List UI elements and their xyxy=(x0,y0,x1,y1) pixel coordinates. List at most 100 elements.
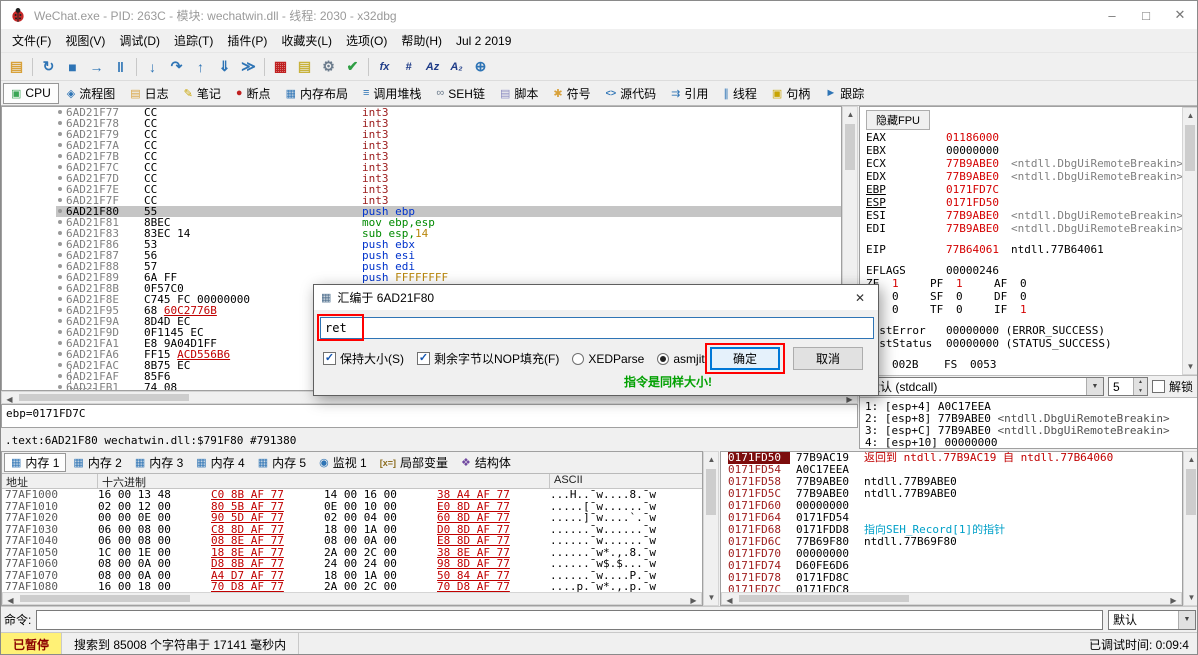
register-row[interactable]: EBP0171FD7C xyxy=(866,183,1180,196)
register-row[interactable] xyxy=(866,235,1180,243)
breakpoint-dot[interactable] xyxy=(2,195,66,206)
register-row[interactable] xyxy=(866,256,1180,264)
tab-监视 1[interactable]: ◉监视 1 xyxy=(313,453,373,472)
tab-脚本[interactable]: ▤脚本 xyxy=(493,83,545,104)
stack-row[interactable]: 0171FD74D60FE6D6 xyxy=(721,560,1182,572)
command-input[interactable] xyxy=(36,610,1103,630)
scroll-up-arrow[interactable]: ▲ xyxy=(843,107,858,122)
breakpoint-dot[interactable] xyxy=(2,294,66,305)
check-icon[interactable]: ✔ xyxy=(341,56,364,78)
breakpoint-dot[interactable] xyxy=(2,305,66,316)
breakpoint-dot[interactable] xyxy=(2,327,66,338)
register-row[interactable]: LastError00000000 (ERROR_SUCCESS) xyxy=(866,324,1180,337)
tab-笔记[interactable]: ✎笔记 xyxy=(177,83,228,104)
breakpoint-dot[interactable] xyxy=(2,316,66,327)
scroll-down-arrow[interactable]: ▼ xyxy=(1183,359,1198,374)
stack-hscrollbar[interactable]: ◀▶ xyxy=(721,592,1182,605)
scroll-down-arrow[interactable]: ▼ xyxy=(1184,590,1198,605)
menu-item[interactable]: 追踪(T) xyxy=(167,30,220,51)
disasm-row[interactable]: 6AD21F7DCCint3 xyxy=(2,173,841,184)
dump-rows[interactable]: 77AF100016 00 13 48C0 8B AF 7714 00 16 0… xyxy=(2,489,702,592)
scroll-down-arrow[interactable]: ▼ xyxy=(704,590,719,605)
scroll-track[interactable] xyxy=(704,467,718,590)
disasm-row[interactable]: 6AD21F8653push ebx xyxy=(2,239,841,250)
breakpoint-dot[interactable] xyxy=(2,371,66,382)
breakpoint-dot[interactable] xyxy=(2,107,66,118)
restart-icon[interactable]: ↻ xyxy=(37,56,60,78)
register-row[interactable]: EDI77B9ABE0<ntdll.DbgUiRemoteBreakin> xyxy=(866,222,1180,235)
register-row[interactable]: OF0SF0DF0 xyxy=(866,290,1180,303)
disasm-row[interactable]: 6AD21F8756push esi xyxy=(2,250,841,261)
keep-size-checkbox[interactable]: ✓ 保持大小(S) xyxy=(323,350,404,367)
dump-row[interactable]: 77AF108016 00 18 0070 D8 AF 772A 00 2C 0… xyxy=(2,581,702,592)
title-bar[interactable]: WeChat.exe - PID: 263C - 模块: wechatwin.d… xyxy=(1,1,1197,29)
scroll-up-arrow[interactable]: ▲ xyxy=(1184,452,1198,467)
step-over-icon[interactable]: ↷ xyxy=(165,56,188,78)
tab-源代码[interactable]: <>源代码 xyxy=(599,83,664,104)
scroll-track[interactable] xyxy=(1184,467,1198,590)
breakpoint-dot[interactable] xyxy=(2,184,66,195)
tab-断点[interactable]: ●断点 xyxy=(229,83,278,104)
registers-view[interactable]: 隐藏FPU EAX01186000EBX00000000ECX77B9ABE0<… xyxy=(860,107,1182,375)
tab-结构体[interactable]: ❖结构体 xyxy=(455,453,517,472)
tab-内存 1[interactable]: ▦内存 1 xyxy=(4,453,66,472)
menu-item[interactable]: 文件(F) xyxy=(5,30,58,51)
spinner-down-icon[interactable]: ▼ xyxy=(1134,387,1147,396)
tab-内存 5[interactable]: ▦内存 5 xyxy=(252,453,312,472)
run-icon[interactable]: → xyxy=(85,56,108,78)
tab-内存 3[interactable]: ▦内存 3 xyxy=(129,453,189,472)
notes-icon[interactable]: ▤ xyxy=(293,56,316,78)
disasm-row[interactable]: 6AD21F79CCint3 xyxy=(2,129,841,140)
breakpoint-dot[interactable] xyxy=(2,360,66,371)
dump-hscrollbar[interactable]: ◀▶ xyxy=(2,592,702,605)
scroll-up-arrow[interactable]: ▲ xyxy=(1183,108,1198,123)
stack-row[interactable]: 0171FD640171FD54 xyxy=(721,512,1182,524)
cancel-button[interactable]: 取消 xyxy=(793,347,863,370)
stack-row[interactable]: 0171FD5C77B9ABE0ntdll.77B9ABE0 xyxy=(721,488,1182,500)
register-row[interactable] xyxy=(866,316,1180,324)
breakpoint-dot[interactable] xyxy=(2,338,66,349)
register-row[interactable]: CF0TF0IF1 xyxy=(866,303,1180,316)
fill-nop-checkbox[interactable]: ✓ 剩余字节以NOP填充(F) xyxy=(417,350,559,367)
close-button[interactable]: ✕ xyxy=(1163,1,1197,29)
argument-row[interactable]: 3: [esp+C] 77B9ABE0 <ntdll.DbgUiRemoteBr… xyxy=(865,424,1198,436)
register-row[interactable]: EDX77B9ABE0<ntdll.DbgUiRemoteBreakin> xyxy=(866,170,1180,183)
disasm-row[interactable]: 6AD21F77CCint3 xyxy=(2,107,841,118)
menu-item[interactable]: 选项(O) xyxy=(339,30,394,51)
argument-count-spinner[interactable]: 5 ▲▼ xyxy=(1108,377,1148,396)
dump-row[interactable]: 77AF106008 00 0A 00D8 8B AF 7724 00 24 0… xyxy=(2,558,702,570)
arguments-view[interactable]: 1: [esp+4] A0C17EEA2: [esp+8] 77B9ABE0 <… xyxy=(860,397,1198,448)
register-row[interactable]: EBX00000000 xyxy=(866,144,1180,157)
breakpoint-dot[interactable] xyxy=(2,283,66,294)
tab-日志[interactable]: ▤日志 xyxy=(123,83,175,104)
argument-row[interactable]: 2: [esp+8] 77B9ABE0 <ntdll.DbgUiRemoteBr… xyxy=(865,412,1198,424)
argument-row[interactable]: 1: [esp+4] A0C17EEA xyxy=(865,400,1198,412)
register-row[interactable]: ESP0171FD50 xyxy=(866,196,1180,209)
register-row[interactable]: ZF1PF1AF0 xyxy=(866,277,1180,290)
stack-row[interactable]: 0171FD5877B9ABE0ntdll.77B9ABE0 xyxy=(721,476,1182,488)
calling-convention-select[interactable]: 默认 (stdcall) ▼ xyxy=(863,377,1104,396)
register-row[interactable]: EFLAGS00000246 xyxy=(866,264,1180,277)
globe-icon[interactable]: ⊕ xyxy=(469,56,492,78)
tab-调用堆栈[interactable]: ≡调用堆栈 xyxy=(356,83,428,104)
dump-row[interactable]: 77AF100016 00 13 48C0 8B AF 7714 00 16 0… xyxy=(2,489,702,501)
az-icon[interactable]: Az xyxy=(421,56,444,78)
breakpoint-dot[interactable] xyxy=(2,118,66,129)
breakpoint-dot[interactable] xyxy=(2,173,66,184)
ok-button[interactable]: 确定 xyxy=(710,347,780,370)
maximize-button[interactable]: □ xyxy=(1129,1,1163,29)
minimize-button[interactable]: – xyxy=(1095,1,1129,29)
breakpoint-dot[interactable] xyxy=(2,250,66,261)
dialog-title-bar[interactable]: ▦ 汇编于 6AD21F80 ✕ xyxy=(314,285,878,310)
tab-流程图[interactable]: ◈流程图 xyxy=(60,83,122,104)
breakpoint-dot[interactable] xyxy=(2,151,66,162)
register-row[interactable] xyxy=(866,350,1180,358)
stack-row[interactable]: 0171FD6C77B69F80ntdll.77B69F80 xyxy=(721,536,1182,548)
xedparse-radio[interactable]: XEDParse xyxy=(572,352,644,366)
disasm-row[interactable]: 6AD21F7ACCint3 xyxy=(2,140,841,151)
breakpoint-dot[interactable] xyxy=(2,129,66,140)
menu-item[interactable]: 插件(P) xyxy=(220,30,274,51)
dump-row[interactable]: 77AF102000 00 0E 0090 5D AF 7702 00 04 0… xyxy=(2,512,702,524)
stack-rows[interactable]: 0171FD5077B9AC19返回到 ntdll.77B9AC19 自 ntd… xyxy=(721,452,1182,592)
argument-row[interactable]: 4: [esp+10] 00000000 xyxy=(865,436,1198,448)
